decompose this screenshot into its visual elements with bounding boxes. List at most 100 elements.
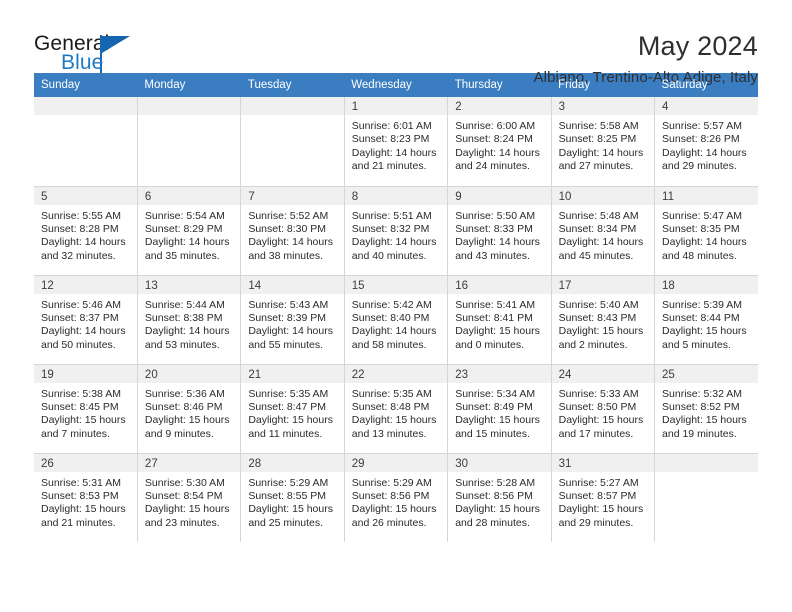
calendar-day-cell-empty	[136, 97, 242, 187]
calendar-day-cell[interactable]: 5 Sunrise: 5:55 AM Sunset: 8:28 PM Daylight…	[34, 186, 138, 276]
daylight-duration-line2: and 21 minutes.	[41, 516, 116, 529]
daylight-duration-line1: Daylight: 14 hours	[144, 236, 230, 249]
sunset-time: Sunset: 8:55 PM	[248, 489, 326, 502]
day-number: 4	[655, 97, 758, 116]
calendar-day-cell[interactable]: 8 Sunrise: 5:51 AM Sunset: 8:32 PM Daylight…	[343, 186, 449, 276]
day-cell-inner	[34, 97, 137, 186]
daylight-duration-line2: and 23 minutes.	[144, 516, 220, 529]
calendar-day-cell[interactable]: 2 Sunrise: 6:00 AM Sunset: 8:24 PM Daylight…	[447, 97, 552, 187]
day-number: 10	[551, 186, 655, 206]
calendar-day-cell[interactable]: 24 Sunrise: 5:33 AM Sunset: 8:50 PM Dayligh…	[550, 364, 656, 454]
calendar-day-cell[interactable]: 19 Sunrise: 5:38 AM Sunset: 8:45 PM Dayligh…	[34, 364, 138, 454]
daylight-duration-line2: and 5 minutes.	[662, 338, 731, 351]
sunset-time: Sunset: 8:53 PM	[41, 489, 119, 502]
day-details: Sunrise: 5:29 AM Sunset: 8:55 PM Daylight:…	[241, 473, 343, 531]
sunrise-time: Sunrise: 5:34 AM	[455, 387, 536, 400]
calendar-day-cell[interactable]: 9 Sunrise: 5:50 AM Sunset: 8:33 PM Daylight…	[447, 186, 552, 276]
calendar-day-cell[interactable]: 22 Sunrise: 5:35 AM Sunset: 8:48 PM Dayligh…	[343, 364, 449, 454]
calendar-day-cell[interactable]: 31 Sunrise: 5:27 AM Sunset: 8:57 PM Dayligh…	[550, 453, 656, 542]
day-details: Sunrise: 5:27 AM Sunset: 8:57 PM Daylight:…	[552, 473, 654, 531]
day-number: 31	[551, 453, 655, 473]
day-details: Sunrise: 6:00 AM Sunset: 8:24 PM Daylight:…	[448, 116, 550, 174]
day-cell-inner: 25 Sunrise: 5:32 AM Sunset: 8:52 PM Dayligh…	[655, 364, 758, 453]
calendar-day-cell[interactable]: 21 Sunrise: 5:35 AM Sunset: 8:47 PM Dayligh…	[240, 364, 345, 454]
day-cell-inner: 14 Sunrise: 5:43 AM Sunset: 8:39 PM Dayligh…	[241, 275, 344, 364]
calendar-day-cell[interactable]: 10 Sunrise: 5:48 AM Sunset: 8:34 PM Dayligh…	[550, 186, 656, 276]
sunset-time: Sunset: 8:30 PM	[248, 222, 326, 235]
day-number: 20	[137, 364, 241, 384]
daylight-duration-line2: and 35 minutes.	[144, 249, 220, 262]
sunrise-time: Sunrise: 5:40 AM	[558, 298, 639, 311]
daylight-duration-line1: Daylight: 14 hours	[351, 236, 437, 249]
calendar-day-cell[interactable]: 27 Sunrise: 5:30 AM Sunset: 8:54 PM Dayligh…	[136, 453, 242, 542]
calendar-day-cell[interactable]: 18 Sunrise: 5:39 AM Sunset: 8:44 PM Dayligh…	[654, 275, 758, 365]
sunrise-time: Sunrise: 5:30 AM	[144, 476, 225, 489]
day-details: Sunrise: 6:01 AM Sunset: 8:23 PM Daylight:…	[345, 116, 447, 174]
sunset-time: Sunset: 8:32 PM	[351, 222, 430, 235]
calendar-day-cell[interactable]: 15 Sunrise: 5:42 AM Sunset: 8:40 PM Dayligh…	[343, 275, 449, 365]
calendar-day-cell[interactable]: 13 Sunrise: 5:44 AM Sunset: 8:38 PM Dayligh…	[136, 275, 242, 365]
daylight-duration-line2: and 55 minutes.	[248, 338, 324, 351]
day-number: 19	[34, 364, 137, 384]
daylight-duration-line1: Daylight: 15 hours	[558, 503, 644, 516]
day-number: 29	[344, 453, 448, 473]
calendar-day-cell[interactable]: 7 Sunrise: 5:52 AM Sunset: 8:30 PM Daylight…	[240, 186, 345, 276]
sunset-time: Sunset: 8:38 PM	[144, 311, 223, 324]
calendar-day-cell[interactable]: 26 Sunrise: 5:31 AM Sunset: 8:53 PM Dayligh…	[34, 453, 138, 542]
sunrise-time: Sunrise: 5:29 AM	[248, 476, 329, 489]
weekday-header-monday: Monday	[137, 73, 241, 97]
daylight-duration-line1: Daylight: 14 hours	[248, 325, 333, 338]
sunset-time: Sunset: 8:24 PM	[455, 133, 533, 146]
day-details: Sunrise: 5:57 AM Sunset: 8:26 PM Daylight:…	[655, 116, 758, 174]
calendar-day-cell-empty	[654, 453, 758, 542]
daylight-duration-line1: Daylight: 15 hours	[144, 503, 230, 516]
day-number	[34, 97, 137, 116]
day-number: 9	[448, 186, 551, 206]
day-details: Sunrise: 5:29 AM Sunset: 8:56 PM Daylight:…	[345, 473, 447, 531]
calendar-day-cell[interactable]: 14 Sunrise: 5:43 AM Sunset: 8:39 PM Dayligh…	[240, 275, 345, 365]
day-cell-inner: 5 Sunrise: 5:55 AM Sunset: 8:28 PM Daylight…	[34, 186, 137, 275]
sunrise-time: Sunrise: 5:33 AM	[558, 387, 639, 400]
calendar-day-cell[interactable]: 4 Sunrise: 5:57 AM Sunset: 8:26 PM Daylight…	[654, 97, 758, 187]
calendar-day-cell[interactable]: 28 Sunrise: 5:29 AM Sunset: 8:55 PM Dayligh…	[240, 453, 345, 542]
day-cell-inner: 3 Sunrise: 5:58 AM Sunset: 8:25 PM Daylight…	[551, 97, 655, 186]
day-number: 17	[551, 275, 655, 295]
sunset-time: Sunset: 8:35 PM	[662, 222, 740, 235]
daylight-duration-line2: and 58 minutes.	[351, 338, 427, 351]
calendar-day-cell[interactable]: 6 Sunrise: 5:54 AM Sunset: 8:29 PM Daylight…	[136, 186, 242, 276]
calendar-day-cell[interactable]: 17 Sunrise: 5:40 AM Sunset: 8:43 PM Dayligh…	[550, 275, 656, 365]
sunrise-time: Sunrise: 5:41 AM	[455, 298, 536, 311]
calendar-day-cell[interactable]: 3 Sunrise: 5:58 AM Sunset: 8:25 PM Daylight…	[550, 97, 656, 187]
day-number: 15	[344, 275, 448, 295]
general-blue-logo[interactable]: General Blue	[34, 30, 149, 78]
calendar-day-cell[interactable]: 1 Sunrise: 6:01 AM Sunset: 8:23 PM Daylight…	[343, 97, 449, 187]
calendar-day-cell[interactable]: 20 Sunrise: 5:36 AM Sunset: 8:46 PM Dayligh…	[136, 364, 242, 454]
day-number: 26	[34, 453, 137, 473]
day-cell-inner: 30 Sunrise: 5:28 AM Sunset: 8:56 PM Dayligh…	[448, 453, 551, 543]
calendar-day-cell[interactable]: 23 Sunrise: 5:34 AM Sunset: 8:49 PM Dayligh…	[447, 364, 552, 454]
daylight-duration-line1: Daylight: 14 hours	[662, 146, 747, 159]
daylight-duration-line1: Daylight: 15 hours	[248, 503, 333, 516]
day-details: Sunrise: 5:48 AM Sunset: 8:34 PM Daylight:…	[552, 206, 654, 264]
calendar-day-cell[interactable]: 25 Sunrise: 5:32 AM Sunset: 8:52 PM Dayligh…	[654, 364, 758, 454]
daylight-duration-line1: Daylight: 14 hours	[558, 146, 644, 159]
day-number: 11	[655, 186, 758, 206]
daylight-duration-line2: and 32 minutes.	[41, 249, 116, 262]
daylight-duration-line2: and 50 minutes.	[41, 338, 116, 351]
sunset-time: Sunset: 8:41 PM	[455, 311, 533, 324]
calendar-day-cell[interactable]: 12 Sunrise: 5:46 AM Sunset: 8:37 PM Dayligh…	[34, 275, 138, 365]
day-cell-inner: 15 Sunrise: 5:42 AM Sunset: 8:40 PM Dayligh…	[344, 275, 448, 364]
day-cell-inner: 7 Sunrise: 5:52 AM Sunset: 8:30 PM Daylight…	[241, 186, 344, 275]
daylight-duration-line2: and 26 minutes.	[351, 516, 427, 529]
day-details: Sunrise: 5:51 AM Sunset: 8:32 PM Daylight:…	[345, 206, 447, 264]
daylight-duration-line2: and 0 minutes.	[455, 338, 525, 351]
calendar-day-cell[interactable]: 29 Sunrise: 5:29 AM Sunset: 8:56 PM Dayligh…	[343, 453, 449, 542]
daylight-duration-line1: Daylight: 14 hours	[41, 236, 126, 249]
day-number: 22	[344, 364, 448, 384]
calendar-body: 1 Sunrise: 6:01 AM Sunset: 8:23 PM Daylight…	[34, 97, 758, 542]
calendar-day-cell[interactable]: 30 Sunrise: 5:28 AM Sunset: 8:56 PM Dayligh…	[447, 453, 552, 543]
day-details: Sunrise: 5:28 AM Sunset: 8:56 PM Daylight:…	[448, 473, 550, 531]
calendar-day-cell[interactable]: 16 Sunrise: 5:41 AM Sunset: 8:41 PM Dayligh…	[447, 275, 552, 365]
day-cell-inner: 23 Sunrise: 5:34 AM Sunset: 8:49 PM Dayligh…	[448, 364, 551, 453]
calendar-day-cell[interactable]: 11 Sunrise: 5:47 AM Sunset: 8:35 PM Dayligh…	[654, 186, 758, 276]
